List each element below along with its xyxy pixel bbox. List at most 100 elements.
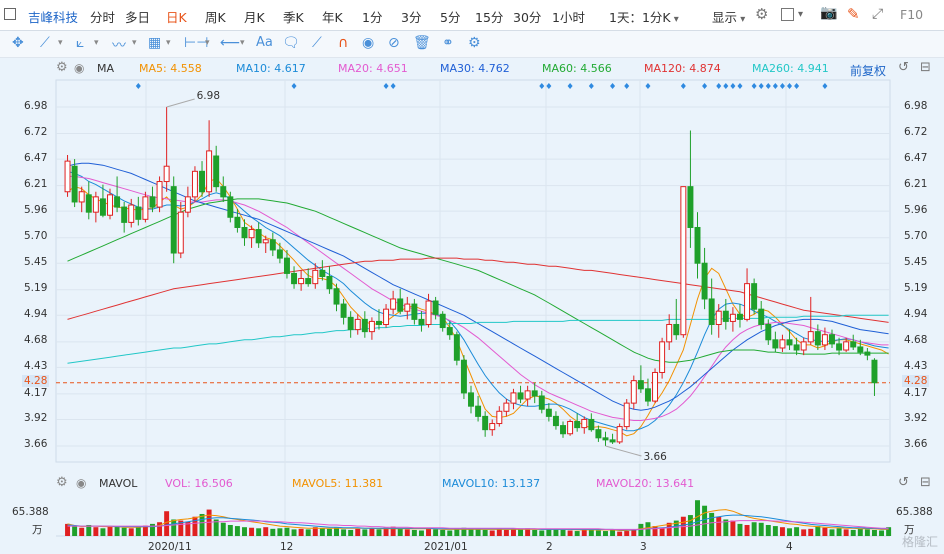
candle-body bbox=[376, 320, 382, 325]
kline-chart[interactable]: 6.98 3.66 bbox=[0, 0, 944, 554]
candle-body bbox=[135, 206, 142, 220]
volume-bar bbox=[765, 524, 771, 536]
vol-value: VOL: 16.506 bbox=[165, 477, 233, 490]
candle-body bbox=[765, 323, 772, 341]
event-marker bbox=[702, 83, 708, 89]
volume-bar bbox=[277, 528, 283, 536]
volume-bar bbox=[539, 530, 545, 536]
volume-bar bbox=[376, 529, 382, 536]
candle-body bbox=[92, 196, 99, 213]
candle-body bbox=[326, 276, 333, 290]
volume-bar bbox=[758, 522, 764, 536]
volume-bar bbox=[220, 522, 226, 536]
candle-body bbox=[305, 278, 312, 285]
volume-bar bbox=[857, 528, 863, 536]
volume-bar bbox=[702, 505, 708, 536]
candle-body bbox=[694, 226, 701, 264]
eye-icon[interactable]: ◉ bbox=[76, 476, 86, 490]
volume-bar bbox=[128, 528, 134, 536]
candle-body bbox=[637, 380, 644, 390]
volume-bar bbox=[475, 529, 481, 536]
volume-bar bbox=[588, 529, 594, 536]
x-axis-label: 3 bbox=[640, 541, 647, 553]
low-label: 3.66 bbox=[643, 451, 667, 463]
volume-bar bbox=[164, 511, 170, 536]
candle-body bbox=[418, 318, 425, 325]
volume-bar bbox=[560, 529, 566, 536]
event-marker bbox=[610, 83, 616, 89]
candle-body bbox=[531, 390, 538, 397]
candle-body bbox=[149, 196, 156, 208]
low-pointer bbox=[605, 445, 642, 457]
candle-body bbox=[814, 331, 821, 346]
volume-bar bbox=[482, 529, 488, 536]
candle-body bbox=[468, 392, 474, 407]
volume-bar bbox=[751, 522, 757, 536]
candle-body bbox=[368, 320, 375, 333]
candle-body bbox=[241, 226, 248, 239]
volume-bar bbox=[305, 529, 311, 536]
candle-body bbox=[687, 186, 694, 228]
volume-bar bbox=[624, 531, 630, 536]
candle-body bbox=[616, 426, 623, 443]
gear-icon[interactable]: ⚙ bbox=[56, 475, 68, 490]
candle-body bbox=[99, 198, 106, 216]
event-marker bbox=[787, 83, 793, 89]
event-marker bbox=[723, 83, 729, 89]
candle-body bbox=[588, 418, 595, 431]
candle-body bbox=[871, 359, 878, 384]
candle-body bbox=[517, 392, 524, 400]
volume-bar bbox=[355, 528, 361, 536]
event-marker bbox=[716, 83, 722, 89]
candle-body bbox=[234, 216, 241, 228]
candle-body bbox=[496, 410, 503, 425]
volume-bar bbox=[709, 512, 715, 536]
candle-body bbox=[170, 186, 177, 254]
watermark: 格隆汇 bbox=[901, 535, 938, 549]
candle-body bbox=[701, 262, 708, 300]
event-marker bbox=[822, 83, 828, 89]
event-marker bbox=[765, 83, 771, 89]
candle-body bbox=[227, 196, 234, 218]
volume-bar bbox=[567, 530, 573, 536]
candle-body bbox=[652, 371, 659, 402]
candle-body bbox=[744, 283, 751, 320]
volume-bar bbox=[369, 528, 375, 536]
candle-body bbox=[567, 420, 574, 435]
event-marker bbox=[567, 83, 573, 89]
x-axis-label: 2020/11 bbox=[148, 541, 192, 553]
candle-body bbox=[291, 272, 298, 285]
mavol20-value: MAVOL20: 13.641 bbox=[596, 477, 695, 490]
candle-body bbox=[644, 388, 651, 402]
candle-body bbox=[602, 437, 609, 441]
volume-bar bbox=[808, 528, 814, 536]
candles bbox=[64, 107, 878, 446]
volume-bar bbox=[595, 530, 601, 536]
candle-body bbox=[390, 298, 397, 310]
undo-icon[interactable]: ↺ bbox=[898, 475, 909, 490]
volume-bar bbox=[72, 526, 78, 536]
candle-body bbox=[793, 344, 800, 351]
candle-body bbox=[574, 420, 581, 429]
candle-body bbox=[276, 249, 283, 259]
mavol-label[interactable]: MAVOL bbox=[99, 477, 137, 490]
volume-bar bbox=[411, 529, 417, 536]
mavol-lines bbox=[67, 509, 889, 531]
volume-bar bbox=[270, 528, 276, 536]
candle-body bbox=[489, 423, 496, 431]
event-marker bbox=[383, 83, 389, 89]
volume-bar bbox=[440, 529, 446, 536]
candle-body bbox=[460, 359, 467, 394]
volume-bar bbox=[291, 529, 297, 536]
volume-bar bbox=[879, 530, 885, 536]
volume-bar bbox=[836, 528, 842, 536]
candle-body bbox=[85, 194, 92, 213]
candle-body bbox=[425, 300, 432, 325]
candle-body bbox=[64, 160, 71, 193]
volume-bar bbox=[829, 529, 835, 536]
candle-body bbox=[807, 331, 814, 343]
volume-bar bbox=[553, 528, 559, 536]
collapse-icon[interactable]: ⊟ bbox=[920, 475, 931, 490]
candle-body bbox=[446, 327, 453, 336]
volume-bar bbox=[546, 529, 552, 536]
